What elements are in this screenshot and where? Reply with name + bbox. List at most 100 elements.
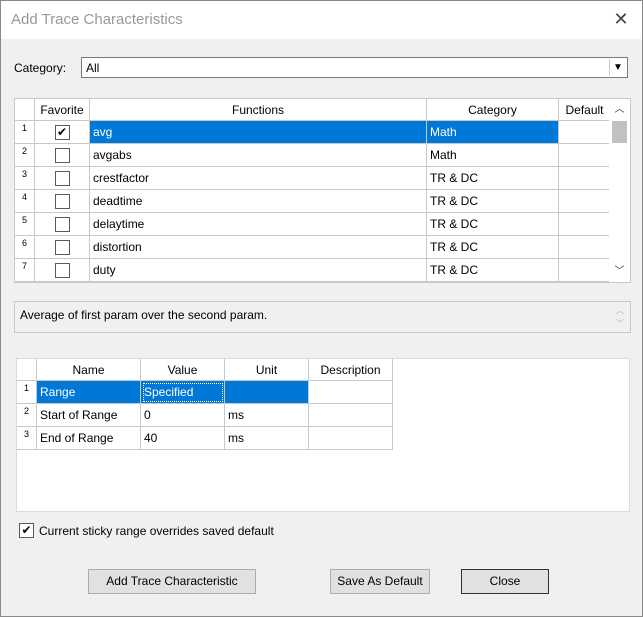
close-button[interactable]: Close	[461, 569, 549, 594]
table-row[interactable]: 7 duty TR & DC	[15, 258, 611, 282]
function-default[interactable]	[558, 166, 611, 190]
function-category[interactable]: TR & DC	[426, 189, 559, 213]
row-number: 1	[17, 380, 37, 404]
function-default[interactable]	[558, 189, 611, 213]
favorite-checkbox[interactable]	[54, 262, 70, 278]
function-default[interactable]	[558, 212, 611, 236]
header-name[interactable]: Name	[36, 359, 141, 381]
favorite-cell[interactable]	[34, 143, 90, 167]
function-category[interactable]: TR & DC	[426, 258, 559, 282]
category-label: Category:	[14, 61, 67, 75]
table-row[interactable]: 1 ✔ avg Math	[15, 120, 611, 144]
category-select-value: All	[86, 61, 100, 75]
description-scroll-icon: ︿ ﹀	[616, 306, 624, 328]
param-unit[interactable]: ms	[224, 403, 309, 427]
sticky-range-option[interactable]: ✔ Current sticky range overrides saved d…	[19, 523, 274, 539]
sticky-label: Current sticky range overrides saved def…	[39, 524, 274, 538]
param-description[interactable]	[308, 426, 393, 450]
function-default[interactable]	[558, 120, 611, 144]
row-number: 2	[15, 143, 35, 167]
favorite-checkbox[interactable]	[54, 170, 70, 186]
description-text: Average of first param over the second p…	[20, 308, 268, 322]
row-number: 4	[15, 189, 35, 213]
param-unit[interactable]: ms	[224, 426, 309, 450]
function-default[interactable]	[558, 258, 611, 282]
table-row[interactable]: 5 delaytime TR & DC	[15, 212, 611, 236]
param-value[interactable]: Specified	[140, 380, 225, 404]
table-row[interactable]: 3 crestfactor TR & DC	[15, 166, 611, 190]
row-number: 6	[15, 235, 35, 259]
header-description[interactable]: Description	[308, 359, 393, 381]
row-number: 3	[15, 166, 35, 190]
scroll-thumb[interactable]	[612, 121, 627, 143]
grid-corner	[17, 359, 37, 381]
header-category[interactable]: Category	[426, 99, 559, 121]
window-title: Add Trace Characteristics	[11, 11, 183, 28]
table-row[interactable]: 6 distortion TR & DC	[15, 235, 611, 259]
param-name[interactable]: End of Range	[36, 426, 141, 450]
scroll-down-icon[interactable]: ﹀	[609, 263, 630, 281]
function-name[interactable]: deadtime	[89, 189, 427, 213]
favorite-cell[interactable]	[34, 212, 90, 236]
function-default[interactable]	[558, 235, 611, 259]
param-description[interactable]	[308, 403, 393, 427]
favorite-checkbox[interactable]: ✔	[54, 124, 70, 140]
favorite-checkbox[interactable]	[54, 147, 70, 163]
scroll-up-icon[interactable]: ︿	[609, 101, 630, 119]
header-unit[interactable]: Unit	[224, 359, 309, 381]
table-row[interactable]: 4 deadtime TR & DC	[15, 189, 611, 213]
function-category[interactable]: TR & DC	[426, 235, 559, 259]
header-favorite[interactable]: Favorite	[34, 99, 90, 121]
favorite-cell[interactable]	[34, 258, 90, 282]
param-value[interactable]: 0	[140, 403, 225, 427]
sticky-checkbox[interactable]: ✔	[19, 523, 34, 539]
add-trace-characteristic-button[interactable]: Add Trace Characteristic	[88, 569, 256, 594]
title-bar: Add Trace Characteristics ✕	[1, 1, 642, 39]
row-number: 7	[15, 258, 35, 282]
param-name[interactable]: Range	[36, 380, 141, 404]
header-functions[interactable]: Functions	[89, 99, 427, 121]
table-row[interactable]: 1 Range Specified	[17, 380, 393, 404]
function-name[interactable]: avgabs	[89, 143, 427, 167]
chevron-down-icon[interactable]: ▼	[609, 59, 626, 76]
function-name[interactable]: delaytime	[89, 212, 427, 236]
favorite-cell[interactable]	[34, 166, 90, 190]
favorite-cell[interactable]	[34, 189, 90, 213]
function-category[interactable]: Math	[426, 143, 559, 167]
function-default[interactable]	[558, 143, 611, 167]
param-value[interactable]: 40	[140, 426, 225, 450]
functions-scrollbar[interactable]: ︿ ﹀	[609, 99, 630, 282]
function-name[interactable]: avg	[89, 120, 427, 144]
row-number: 5	[15, 212, 35, 236]
category-select[interactable]: All ▼	[81, 57, 628, 78]
param-unit[interactable]	[224, 380, 309, 404]
param-description[interactable]	[308, 380, 393, 404]
row-number: 2	[17, 403, 37, 427]
favorite-checkbox[interactable]	[54, 216, 70, 232]
row-number: 3	[17, 426, 37, 450]
table-row[interactable]: 2 avgabs Math	[15, 143, 611, 167]
function-category[interactable]: TR & DC	[426, 166, 559, 190]
grid-corner	[15, 99, 35, 121]
function-name[interactable]: crestfactor	[89, 166, 427, 190]
header-value[interactable]: Value	[140, 359, 225, 381]
close-icon[interactable]: ✕	[605, 5, 637, 33]
favorite-cell[interactable]	[34, 235, 90, 259]
row-number: 1	[15, 120, 35, 144]
function-name[interactable]: duty	[89, 258, 427, 282]
favorite-cell[interactable]: ✔	[34, 120, 90, 144]
function-category[interactable]: TR & DC	[426, 212, 559, 236]
header-default[interactable]: Default	[558, 99, 611, 121]
functions-grid: Favorite Functions Category Default 1 ✔ av…	[14, 98, 631, 283]
table-row[interactable]: 2 Start of Range 0 ms	[17, 403, 393, 427]
save-as-default-button[interactable]: Save As Default	[330, 569, 430, 594]
params-grid: Name Value Unit Description 1 Range Specif…	[16, 358, 630, 512]
dialog: Add Trace Characteristics ✕ Category: Al…	[0, 0, 643, 617]
favorite-checkbox[interactable]	[54, 193, 70, 209]
table-row[interactable]: 3 End of Range 40 ms	[17, 426, 393, 450]
function-name[interactable]: distortion	[89, 235, 427, 259]
function-category[interactable]: Math	[426, 120, 559, 144]
param-name[interactable]: Start of Range	[36, 403, 141, 427]
favorite-checkbox[interactable]	[54, 239, 70, 255]
description-box: Average of first param over the second p…	[14, 301, 631, 333]
